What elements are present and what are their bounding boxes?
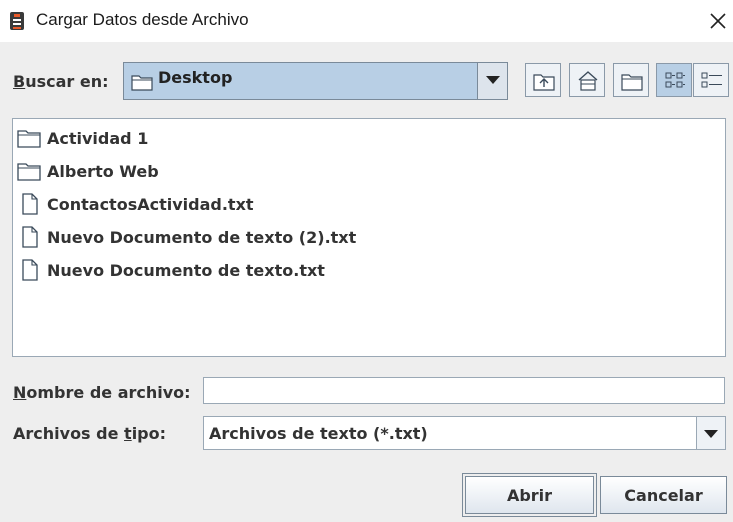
file-icon — [22, 193, 38, 215]
list-item-label: Alberto Web — [47, 161, 159, 181]
home-button[interactable] — [569, 63, 605, 97]
list-item[interactable]: Alberto Web — [17, 157, 159, 185]
window-title: Cargar Datos desde Archivo — [36, 10, 249, 29]
list-item-label: Nuevo Documento de texto.txt — [47, 260, 325, 280]
file-icon — [22, 226, 38, 248]
new-folder-icon — [621, 74, 643, 91]
title-bar: Cargar Datos desde Archivo — [0, 0, 733, 42]
list-item-label: Nuevo Documento de texto (2).txt — [47, 227, 357, 247]
details-view-button[interactable] — [693, 63, 729, 97]
look-in-dropdown-button[interactable] — [477, 63, 507, 99]
file-type-dropdown-button[interactable] — [696, 417, 725, 449]
list-item-label: ContactosActividad.txt — [47, 194, 254, 214]
look-in-label: Buscar en: — [13, 72, 109, 91]
chevron-down-icon — [704, 430, 718, 438]
list-item[interactable]: Nuevo Documento de texto.txt — [17, 256, 325, 284]
folder-icon — [17, 163, 41, 181]
list-item[interactable]: Actividad 1 — [17, 124, 148, 152]
look-in-combo[interactable]: Desktop — [123, 62, 508, 100]
home-icon — [578, 71, 598, 91]
file-name-label: Nombre de archivo: — [13, 383, 191, 402]
folder-icon — [17, 130, 41, 148]
open-button[interactable]: Abrir — [462, 473, 597, 517]
file-type-label: Archivos de tipo: — [13, 424, 167, 443]
list-item[interactable]: Nuevo Documento de texto (2).txt — [17, 223, 356, 251]
list-item-label: Actividad 1 — [47, 128, 149, 148]
list-view-button[interactable] — [656, 63, 692, 97]
new-folder-button[interactable] — [613, 63, 649, 97]
up-one-level-button[interactable] — [525, 63, 561, 97]
java-app-icon — [10, 12, 24, 30]
details-view-icon — [701, 72, 722, 88]
file-name-input[interactable] — [203, 377, 725, 404]
file-icon — [22, 259, 38, 281]
folder-icon — [131, 75, 153, 91]
file-type-combo[interactable]: Archivos de texto (*.txt) — [203, 416, 726, 450]
file-list[interactable]: Actividad 1 Alberto Web ContactosActivid… — [12, 118, 726, 357]
file-type-value: Archivos de texto (*.txt) — [209, 424, 428, 443]
list-view-icon — [665, 72, 685, 88]
cancel-button[interactable]: Cancelar — [600, 476, 727, 514]
list-item[interactable]: ContactosActividad.txt — [17, 190, 254, 218]
look-in-value: Desktop — [158, 68, 233, 87]
up-one-level-icon — [533, 74, 555, 91]
chevron-down-icon — [486, 76, 500, 84]
close-icon[interactable] — [702, 7, 732, 35]
